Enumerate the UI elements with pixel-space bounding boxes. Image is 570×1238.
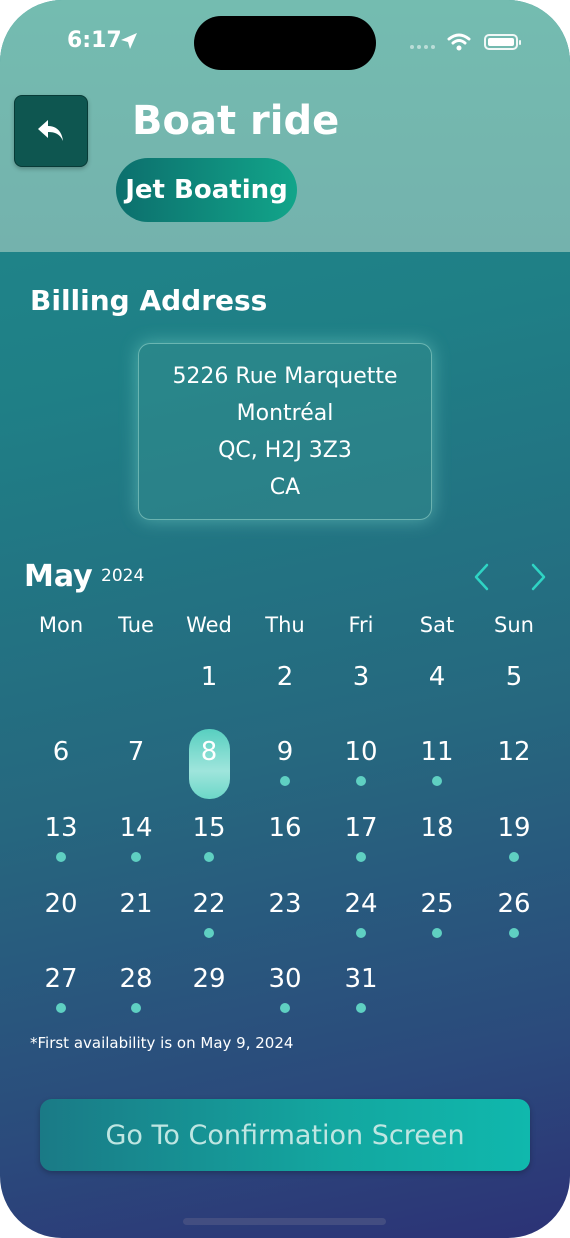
billing-address-label: Billing Address bbox=[30, 284, 268, 317]
calendar-day[interactable]: 31 bbox=[323, 964, 399, 994]
calendar-day[interactable]: 20 bbox=[23, 889, 99, 919]
calendar-day[interactable]: 28 bbox=[98, 964, 174, 994]
reply-arrow-icon bbox=[38, 120, 63, 141]
calendar-day[interactable]: 6 bbox=[23, 737, 99, 767]
calendar-day[interactable]: 1 bbox=[171, 662, 247, 692]
signal-icon bbox=[410, 45, 435, 49]
availability-dot bbox=[56, 852, 66, 862]
weekday-label: Thu bbox=[265, 613, 305, 637]
address-line: CA bbox=[269, 474, 301, 500]
calendar-day[interactable]: 3 bbox=[323, 662, 399, 692]
billing-address-card: 5226 Rue Marquette Montréal QC, H2J 3Z3 … bbox=[138, 343, 432, 520]
home-indicator bbox=[183, 1218, 386, 1225]
calendar-month: May bbox=[24, 559, 93, 594]
availability-dot bbox=[509, 852, 519, 862]
calendar-day[interactable]: 29 bbox=[171, 964, 247, 994]
availability-dot bbox=[280, 1003, 290, 1013]
availability-dot bbox=[356, 928, 366, 938]
calendar-day[interactable]: 30 bbox=[247, 964, 323, 994]
wifi-icon bbox=[447, 33, 471, 51]
app-screen: 6:17 Boat ride Jet Boating Billing Addre… bbox=[0, 0, 570, 1238]
availability-dot bbox=[204, 852, 214, 862]
location-arrow-icon bbox=[121, 33, 137, 49]
availability-dot bbox=[432, 928, 442, 938]
next-month-button[interactable] bbox=[526, 562, 550, 592]
status-time: 6:17 bbox=[67, 28, 122, 53]
calendar-day[interactable]: 7 bbox=[98, 737, 174, 767]
availability-dot bbox=[356, 1003, 366, 1013]
weekday-label: Mon bbox=[38, 613, 84, 637]
availability-dot bbox=[131, 852, 141, 862]
calendar-day[interactable]: 17 bbox=[323, 813, 399, 843]
calendar-day[interactable]: 12 bbox=[476, 737, 552, 767]
weekday-label: Sat bbox=[419, 613, 455, 637]
calendar-day[interactable]: 18 bbox=[399, 813, 475, 843]
weekday-label: Sun bbox=[494, 613, 534, 637]
calendar-day[interactable]: 22 bbox=[171, 889, 247, 919]
calendar-year: 2024 bbox=[101, 566, 145, 586]
calendar-day[interactable]: 19 bbox=[476, 813, 552, 843]
address-line: 5226 Rue Marquette bbox=[172, 363, 398, 389]
category-chip[interactable]: Jet Boating bbox=[116, 158, 297, 222]
confirm-button[interactable]: Go To Confirmation Screen bbox=[40, 1099, 530, 1171]
calendar-day[interactable]: 2 bbox=[247, 662, 323, 692]
availability-dot bbox=[509, 928, 519, 938]
availability-dot bbox=[56, 1003, 66, 1013]
calendar-day[interactable]: 11 bbox=[399, 737, 475, 767]
prev-month-button[interactable] bbox=[470, 562, 494, 592]
calendar-day[interactable]: 16 bbox=[247, 813, 323, 843]
calendar-day[interactable]: 10 bbox=[323, 737, 399, 767]
back-button[interactable] bbox=[14, 95, 88, 167]
calendar-day[interactable]: 15 bbox=[171, 813, 247, 843]
availability-dot bbox=[131, 1003, 141, 1013]
calendar-day-selected[interactable]: 8 bbox=[171, 737, 247, 767]
calendar-day[interactable]: 5 bbox=[476, 662, 552, 692]
calendar-day[interactable]: 4 bbox=[399, 662, 475, 692]
availability-dot bbox=[356, 852, 366, 862]
availability-dot bbox=[204, 928, 214, 938]
calendar-day[interactable]: 21 bbox=[98, 889, 174, 919]
availability-note: *First availability is on May 9, 2024 bbox=[30, 1034, 294, 1052]
calendar-day[interactable]: 27 bbox=[23, 964, 99, 994]
weekday-label: Fri bbox=[348, 613, 374, 637]
page-title: Boat ride bbox=[132, 98, 340, 144]
availability-dot bbox=[432, 776, 442, 786]
battery-icon bbox=[484, 34, 521, 50]
dynamic-island bbox=[194, 16, 376, 70]
weekday-label: Wed bbox=[186, 613, 232, 637]
calendar-day[interactable]: 14 bbox=[98, 813, 174, 843]
calendar-day[interactable]: 9 bbox=[247, 737, 323, 767]
availability-dot bbox=[280, 776, 290, 786]
calendar-day[interactable]: 25 bbox=[399, 889, 475, 919]
calendar-day[interactable]: 24 bbox=[323, 889, 399, 919]
calendar-day[interactable]: 13 bbox=[23, 813, 99, 843]
calendar-day[interactable]: 23 bbox=[247, 889, 323, 919]
availability-dot bbox=[356, 776, 366, 786]
weekday-label: Tue bbox=[118, 613, 154, 637]
calendar-day[interactable]: 26 bbox=[476, 889, 552, 919]
address-line: Montréal bbox=[236, 400, 334, 426]
address-line: QC, H2J 3Z3 bbox=[218, 437, 352, 463]
